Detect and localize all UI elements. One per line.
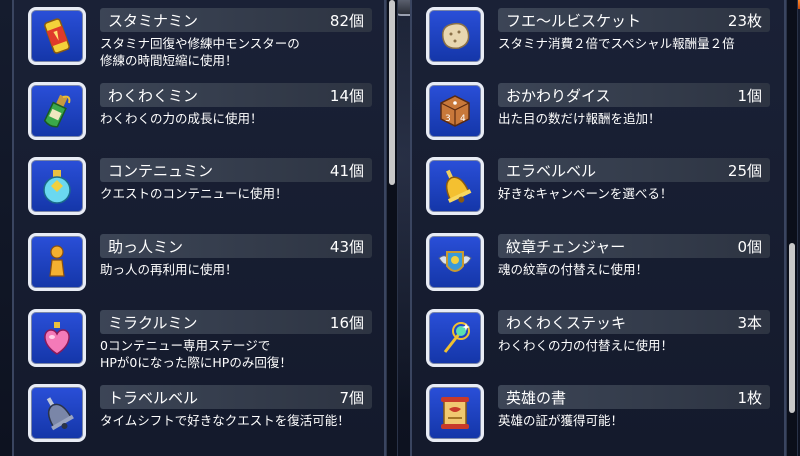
item-name-bar: 助っ人ミン 43個 xyxy=(100,234,372,258)
item-list-left: スタミナミン 82個 スタミナ回復や修練中モンスターの 修練の時間短縮に使用！ … xyxy=(12,0,386,456)
heart-potion-icon xyxy=(28,309,86,367)
desc-line: スタミナ消費２倍でスペシャル報酬量２倍 xyxy=(498,36,735,51)
desc-line: HPが0になった際にHPのみ回復！ xyxy=(100,355,292,370)
desc-line: 修練の時間短縮に使用！ xyxy=(100,53,238,68)
desc-line: 0コンテニュー専用ステージで xyxy=(100,338,271,353)
item-count: 0個 xyxy=(737,238,762,256)
desc-line: 英雄の証が獲得可能！ xyxy=(498,413,624,428)
desc-line: わくわくの力の付替えに使用！ xyxy=(498,338,674,353)
desc-line: 助っ人の再利用に使用！ xyxy=(100,262,238,277)
scroll-thumb-right[interactable] xyxy=(789,243,795,413)
item-count: 82個 xyxy=(329,12,364,30)
item-description: 魂の紋章の付替えに使用！ xyxy=(498,261,773,278)
item-name: わくわくミン xyxy=(108,87,199,105)
bottle-icon xyxy=(28,82,86,140)
item-description: わくわくの力の付替えに使用！ xyxy=(498,337,773,354)
dice-icon: 34 xyxy=(426,82,484,140)
item-description: 英雄の証が獲得可能！ xyxy=(498,412,773,429)
scrollbar-right[interactable] xyxy=(786,0,798,456)
item-count: 25個 xyxy=(727,162,762,180)
item-name: おかわりダイス xyxy=(506,87,611,105)
desc-line: わくわくの力の成長に使用！ xyxy=(100,111,263,126)
list-item[interactable]: わくわくステッキ 3本 わくわくの力の付替えに使用！ xyxy=(412,302,784,377)
item-name-bar: フエ～ルビスケット 23枚 xyxy=(498,8,770,32)
item-name: 助っ人ミン xyxy=(108,238,184,256)
svg-text:3: 3 xyxy=(445,114,451,124)
golden-bell-icon xyxy=(426,157,484,215)
item-name: 紋章チェンジャー xyxy=(506,238,626,256)
item-description: タイムシフトで好きなクエストを復活可能！ xyxy=(100,412,375,429)
item-count: 1枚 xyxy=(737,389,762,407)
item-count: 3本 xyxy=(737,314,762,332)
item-description: 好きなキャンペーンを選べる！ xyxy=(498,185,773,202)
item-name: コンテニュミン xyxy=(108,162,214,180)
scrollbar-left[interactable] xyxy=(386,0,398,456)
biscuit-icon xyxy=(426,7,484,65)
item-count: 23枚 xyxy=(727,12,762,30)
item-count: 7個 xyxy=(339,389,364,407)
item-description: スタミナ回復や修練中モンスターの 修練の時間短縮に使用！ xyxy=(100,35,375,69)
list-item[interactable]: コンテニュミン 41個 クエストのコンテニューに使用！ xyxy=(14,150,384,225)
list-item[interactable]: スタミナミン 82個 スタミナ回復や修練中モンスターの 修練の時間短縮に使用！ xyxy=(14,0,384,75)
item-count: 41個 xyxy=(329,162,364,180)
list-item[interactable]: トラベルベル 7個 タイムシフトで好きなクエストを復活可能！ xyxy=(14,377,384,452)
desc-line: スタミナ回復や修練中モンスターの xyxy=(100,36,300,51)
item-description: クエストのコンテニューに使用！ xyxy=(100,185,375,202)
stamina-drink-icon xyxy=(28,7,86,65)
item-description: 出た目の数だけ報酬を追加！ xyxy=(498,110,773,127)
continue-potion-icon xyxy=(28,157,86,215)
list-item[interactable]: エラベルベル 25個 好きなキャンペーンを選べる！ xyxy=(412,150,784,225)
desc-line: 出た目の数だけ報酬を追加！ xyxy=(498,111,661,126)
item-name: わくわくステッキ xyxy=(506,314,627,332)
scroll-icon xyxy=(426,384,484,442)
item-description: わくわくの力の成長に使用！ xyxy=(100,110,375,127)
item-count: 14個 xyxy=(329,87,364,105)
item-name: ミラクルミン xyxy=(108,314,198,332)
list-item[interactable]: 英雄の書 1枚 英雄の証が獲得可能！ xyxy=(412,377,784,452)
item-count: 1個 xyxy=(737,87,762,105)
item-count: 16個 xyxy=(329,314,364,332)
desc-line: 好きなキャンペーンを選べる！ xyxy=(498,186,673,201)
item-name: 英雄の書 xyxy=(506,389,567,407)
item-name-bar: コンテニュミン 41個 xyxy=(100,158,372,182)
helper-figure-icon xyxy=(28,233,86,291)
item-name-bar: 英雄の書 1枚 xyxy=(498,385,770,409)
desc-line: 魂の紋章の付替えに使用！ xyxy=(498,262,649,277)
item-description: スタミナ消費２倍でスペシャル報酬量２倍 xyxy=(498,35,773,52)
emblem-icon xyxy=(426,233,484,291)
item-name-bar: スタミナミン 82個 xyxy=(100,8,372,32)
list-item[interactable]: フエ～ルビスケット 23枚 スタミナ消費２倍でスペシャル報酬量２倍 xyxy=(412,0,784,75)
item-list-right: フエ～ルビスケット 23枚 スタミナ消費２倍でスペシャル報酬量２倍 34 おかわ… xyxy=(410,0,786,456)
item-name-bar: トラベルベル 7個 xyxy=(100,385,372,409)
item-name-bar: エラベルベル 25個 xyxy=(498,158,770,182)
item-description: 0コンテニュー専用ステージで HPが0になった際にHPのみ回復！ xyxy=(100,337,375,371)
desc-line: タイムシフトで好きなクエストを復活可能！ xyxy=(100,413,350,428)
scroll-thumb-left[interactable] xyxy=(389,0,395,185)
list-item[interactable]: 助っ人ミン 43個 助っ人の再利用に使用！ xyxy=(14,226,384,301)
list-item[interactable]: 紋章チェンジャー 0個 魂の紋章の付替えに使用！ xyxy=(412,226,784,301)
item-name-bar: 紋章チェンジャー 0個 xyxy=(498,234,770,258)
item-name-bar: わくわくミン 14個 xyxy=(100,83,372,107)
item-name-bar: おかわりダイス 1個 xyxy=(498,83,770,107)
list-item[interactable]: ミラクルミン 16個 0コンテニュー専用ステージで HPが0になった際にHPのみ… xyxy=(14,302,384,377)
item-name: トラベルベル xyxy=(108,389,199,407)
item-name: スタミナミン xyxy=(108,12,199,30)
list-item[interactable]: 34 おかわりダイス 1個 出た目の数だけ報酬を追加！ xyxy=(412,75,784,150)
item-count: 43個 xyxy=(329,238,364,256)
svg-text:4: 4 xyxy=(460,114,466,124)
list-item[interactable]: わくわくミン 14個 わくわくの力の成長に使用！ xyxy=(14,75,384,150)
item-name-bar: ミラクルミン 16個 xyxy=(100,310,372,334)
desc-line: クエストのコンテニューに使用！ xyxy=(100,186,288,201)
item-name-bar: わくわくステッキ 3本 xyxy=(498,310,770,334)
item-name: エラベルベル xyxy=(506,162,597,180)
wand-icon xyxy=(426,309,484,367)
item-name: フエ～ルビスケット xyxy=(506,12,642,30)
travel-bell-icon xyxy=(28,384,86,442)
item-description: 助っ人の再利用に使用！ xyxy=(100,261,375,278)
